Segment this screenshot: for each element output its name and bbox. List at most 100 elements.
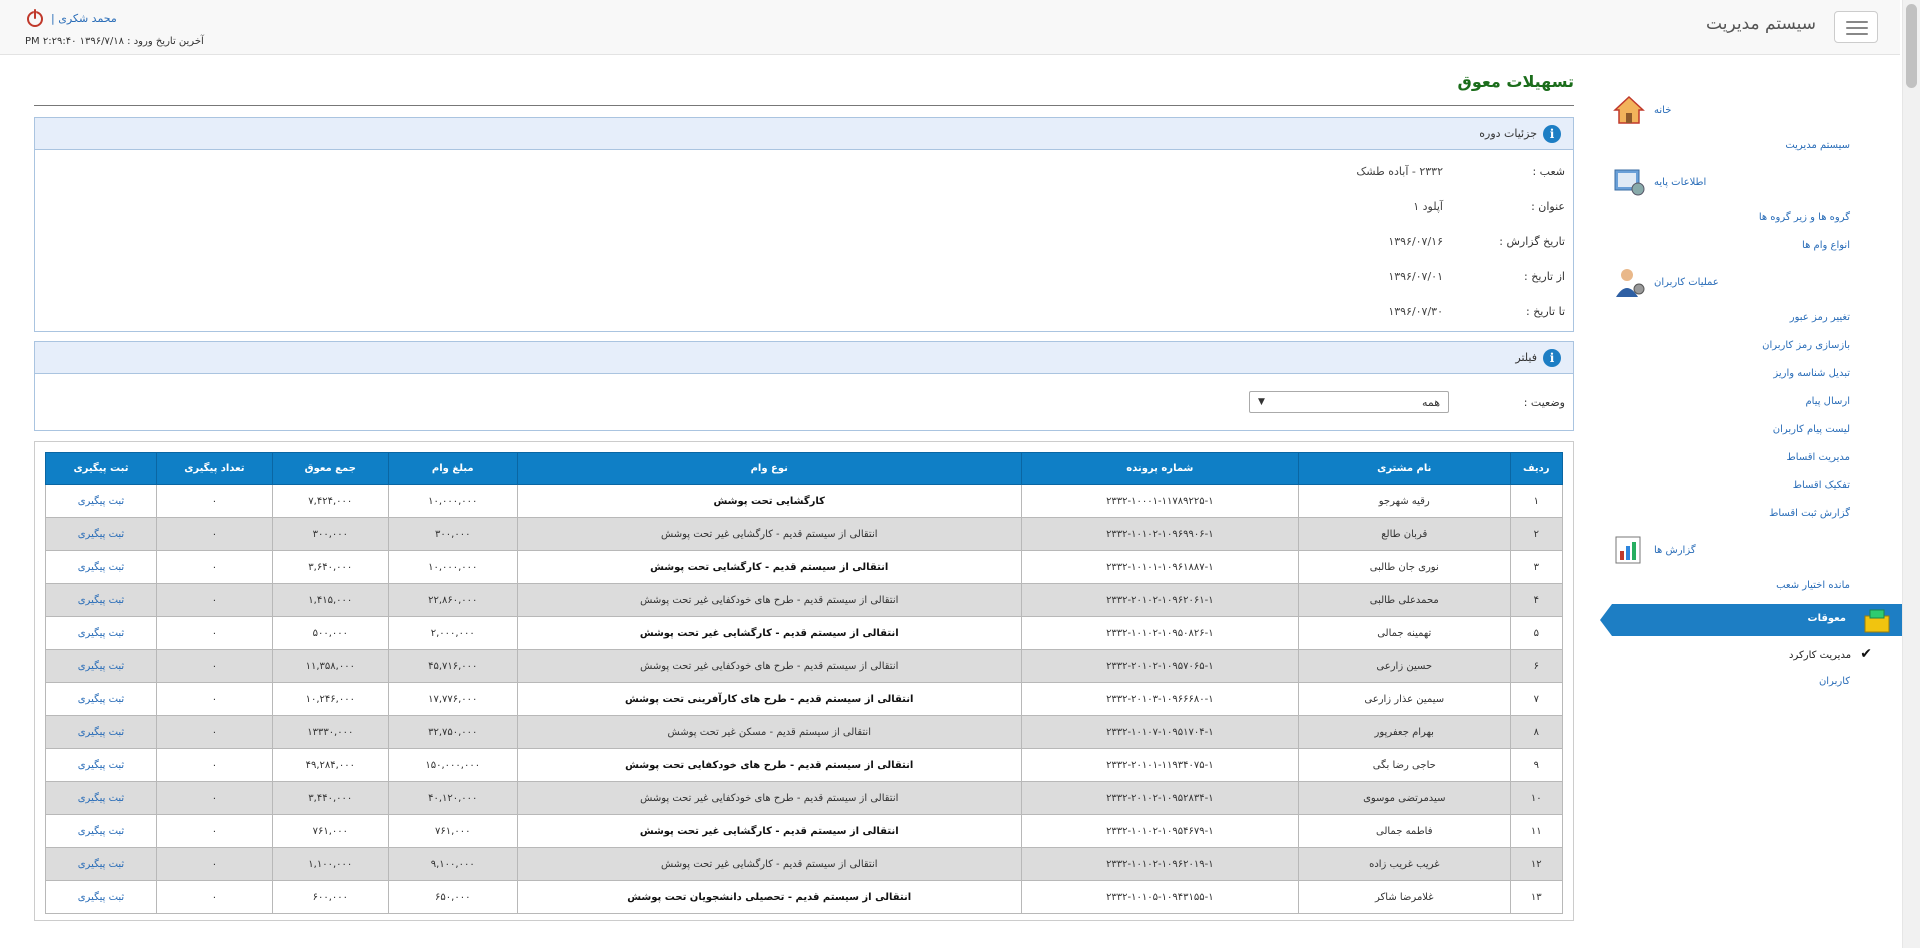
register-followup-link[interactable]: ثبت پیگیری xyxy=(45,682,157,716)
brand-title[interactable]: سیستم مدیریت xyxy=(1706,14,1816,34)
sidebar-item-overdue[interactable]: معوقات xyxy=(1600,604,1902,636)
table-cell: انتقالی از سیستم قدیم - طرح های خودکفایی… xyxy=(516,649,1022,683)
column-header[interactable]: مبلغ وام xyxy=(387,452,518,485)
details-panel: i جزئیات دوره شعب : ۲۳۳۲ - آباده طشک عنوان… xyxy=(34,117,1574,332)
sidebar-item-performance-management[interactable]: ✔ مدیریت کارکرد xyxy=(1612,640,1902,668)
sidebar-item-loan-types[interactable]: انواع وام ها xyxy=(1612,232,1902,260)
table-cell: ۰ xyxy=(155,649,273,683)
register-followup-link[interactable]: ثبت پیگیری xyxy=(45,814,157,848)
table-cell: ۲۳۳۲-۲۰۱۰۳-۱۰۹۶۶۶۸۰-۱ xyxy=(1020,682,1299,716)
table-cell: ۴۹,۲۸۴,۰۰۰ xyxy=(271,748,389,782)
sidebar-item-home[interactable]: خانه xyxy=(1612,88,1902,132)
scroll-thumb[interactable] xyxy=(1906,4,1917,88)
register-followup-link[interactable]: ثبت پیگیری xyxy=(45,748,157,782)
sidebar-item-groups[interactable]: گروه ها و زیر گروه ها xyxy=(1612,204,1902,232)
top-navbar: سیستم مدیریت محمد شکری | آخرین تاریخ ورو… xyxy=(0,0,1900,55)
register-followup-link[interactable]: ثبت پیگیری xyxy=(45,583,157,617)
table-cell: فاطمه جمالی xyxy=(1297,814,1511,848)
page-title: تسهیلات معوق xyxy=(34,72,1574,106)
info-icon: i xyxy=(1543,124,1561,143)
dropdown-arrow-icon: ▼ xyxy=(1258,397,1265,407)
table-cell: ۶۰۰,۰۰۰ xyxy=(271,880,389,914)
table-cell: ۰ xyxy=(155,583,273,617)
power-icon[interactable] xyxy=(25,8,45,28)
table-row: ۵ تهمینه جمالی ۲۳۳۲-۱۰۱۰۲-۱۰۹۵۰۸۲۶-۱ انتقال… xyxy=(45,616,1564,650)
register-followup-link[interactable]: ثبت پیگیری xyxy=(45,781,157,815)
table-cell: ۰ xyxy=(155,847,273,881)
table-row: ۱۲ غریب غریب زاده ۲۳۳۲-۱۰۱۰۲-۱۰۹۶۲۰۱۹-۱ انت… xyxy=(45,847,1564,881)
table-cell: قربان طالع xyxy=(1297,517,1511,551)
sidebar-item-user-operations[interactable]: عملیات کاربران xyxy=(1612,260,1902,304)
register-followup-link[interactable]: ثبت پیگیری xyxy=(45,616,157,650)
column-header[interactable]: نوع وام xyxy=(516,452,1022,485)
sidebar-item-label: عملیات کاربران xyxy=(1654,276,1719,288)
column-header[interactable]: ثبت پیگیری xyxy=(45,452,157,485)
table-cell: ۱۳ xyxy=(1509,880,1564,914)
column-header[interactable]: جمع معوق xyxy=(271,452,389,485)
sidebar-item-reports[interactable]: گزارش ها xyxy=(1612,528,1902,572)
table-cell: ۰ xyxy=(155,517,273,551)
register-followup-link[interactable]: ثبت پیگیری xyxy=(45,649,157,683)
register-followup-link[interactable]: ثبت پیگیری xyxy=(45,847,157,881)
table-cell: ۰ xyxy=(155,781,273,815)
column-header[interactable]: ردیف xyxy=(1509,452,1564,485)
sidebar-item-convert-deposit[interactable]: تبدیل شناسه واریز xyxy=(1612,360,1902,388)
filter-panel-title: فیلتر xyxy=(1515,351,1537,364)
table-cell: ۷ xyxy=(1509,682,1564,716)
register-followup-link[interactable]: ثبت پیگیری xyxy=(45,880,157,914)
detail-label: تا تاریخ : xyxy=(1526,305,1565,318)
table-cell: ۹ xyxy=(1509,748,1564,782)
table-cell: غریب غریب زاده xyxy=(1297,847,1511,881)
status-select[interactable]: همه ▼ xyxy=(1249,391,1449,413)
table-cell: ۱,۱۰۰,۰۰۰ xyxy=(271,847,389,881)
table-cell: ۱۷,۷۷۶,۰۰۰ xyxy=(387,682,518,716)
sidebar-item-basic-info[interactable]: اطلاعات پایه xyxy=(1612,160,1902,204)
table-cell: رقیه شهرجو xyxy=(1297,484,1511,518)
table-row: ۱۱ فاطمه جمالی ۲۳۳۲-۱۰۱۰۲-۱۰۹۵۴۶۷۹-۱ انتقال… xyxy=(45,814,1564,848)
table-cell: تهمینه جمالی xyxy=(1297,616,1511,650)
page-scrollbar[interactable] xyxy=(1902,0,1920,948)
table-cell: انتقالی از سیستم قدیم - کارگشایی غیر تحت… xyxy=(516,517,1022,551)
table-cell: ۱۱ xyxy=(1509,814,1564,848)
sidebar-item-users[interactable]: کاربران xyxy=(1612,668,1902,696)
register-followup-link[interactable]: ثبت پیگیری xyxy=(45,484,157,518)
column-header[interactable]: تعداد پیگیری xyxy=(155,452,273,485)
register-followup-link[interactable]: ثبت پیگیری xyxy=(45,550,157,584)
table-cell: ۲۳۳۲-۱۰۰۰۱-۱۱۷۸۹۲۲۵-۱ xyxy=(1020,484,1299,518)
user-area: محمد شکری | xyxy=(25,8,117,28)
column-header[interactable]: نام مشتری xyxy=(1297,452,1511,485)
sidebar-item-installments-management[interactable]: مدیریت اقساط xyxy=(1612,444,1902,472)
register-followup-link[interactable]: ثبت پیگیری xyxy=(45,715,157,749)
column-header[interactable]: شماره پرونده xyxy=(1020,452,1299,485)
detail-label: از تاریخ : xyxy=(1524,270,1565,283)
table-cell: سیمین عذار زارعی xyxy=(1297,682,1511,716)
user-gear-icon xyxy=(1616,269,1645,297)
detail-row: از تاریخ : ۱۳۹۶/۰۷/۰۱ xyxy=(35,259,1573,294)
table-row: ۴ محمدعلی طالبی ۲۳۳۲-۲۰۱۰۲-۱۰۹۶۲۰۶۱-۱ انتقا… xyxy=(45,583,1564,617)
table-cell: انتقالی از سیستم قدیم - کارگشایی غیر تحت… xyxy=(516,847,1022,881)
table-cell: حاجی رضا بگی xyxy=(1297,748,1511,782)
table-cell: ۰ xyxy=(155,550,273,584)
sidebar-item-system-management[interactable]: سیستم مدیریت xyxy=(1612,132,1902,160)
detail-row: تاریخ گزارش : ۱۳۹۶/۰۷/۱۶ xyxy=(35,224,1573,259)
table-cell: ۰ xyxy=(155,484,273,518)
sidebar-item-installments-split[interactable]: تفکیک اقساط xyxy=(1612,472,1902,500)
sidebar-item-change-password[interactable]: تغییر رمز عبور xyxy=(1612,304,1902,332)
username-link[interactable]: محمد شکری | xyxy=(51,12,117,25)
table-cell: ۵ xyxy=(1509,616,1564,650)
sidebar-item-send-message[interactable]: ارسال پیام xyxy=(1612,388,1902,416)
sidebar-item-message-list[interactable]: لیست پیام کاربران xyxy=(1612,416,1902,444)
table-cell: ۵۰۰,۰۰۰ xyxy=(271,616,389,650)
details-panel-header: i جزئیات دوره xyxy=(35,118,1573,150)
table-cell: ۱۳۳۳۰,۰۰۰ xyxy=(271,715,389,749)
sidebar-item-branch-balance[interactable]: مانده اختیار شعب xyxy=(1612,572,1902,600)
sidebar-item-reset-passwords[interactable]: بازسازی رمز کاربران xyxy=(1612,332,1902,360)
menu-toggle-button[interactable] xyxy=(1834,11,1878,43)
table-cell: ۶۵۰,۰۰۰ xyxy=(387,880,518,914)
details-panel-title: جزئیات دوره xyxy=(1479,127,1537,140)
register-followup-link[interactable]: ثبت پیگیری xyxy=(45,517,157,551)
sidebar-item-installments-report[interactable]: گزارش ثبت اقساط xyxy=(1612,500,1902,528)
table-cell: ۷۶۱,۰۰۰ xyxy=(387,814,518,848)
table-cell: ۳۲,۷۵۰,۰۰۰ xyxy=(387,715,518,749)
table-body: ۱ رقیه شهرجو ۲۳۳۲-۱۰۰۰۱-۱۱۷۸۹۲۲۵-۱ کارگشایی… xyxy=(45,484,1564,914)
